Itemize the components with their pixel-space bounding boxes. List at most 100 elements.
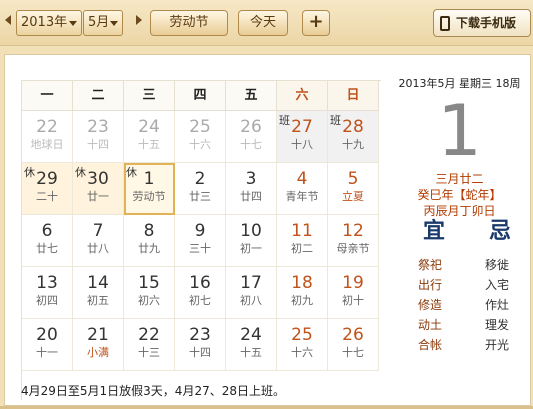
day-cell[interactable]: 5 立夏 <box>328 163 379 215</box>
lunar-label: 十七 <box>342 346 364 359</box>
day-cell[interactable]: 8 廿九 <box>124 215 175 267</box>
add-button[interactable]: + <box>302 10 330 36</box>
day-cell[interactable]: 19 初十 <box>328 267 379 319</box>
day-number: 22 <box>36 117 58 137</box>
day-cell[interactable]: 22 十三 <box>124 319 175 371</box>
prev-month-arrow-icon[interactable] <box>5 15 11 25</box>
day-cell[interactable]: 16 初七 <box>175 267 226 319</box>
lunar-label: 初六 <box>138 294 160 307</box>
weekday-header: 日 <box>328 81 379 111</box>
lunar-label: 二十 <box>36 190 58 203</box>
today-button[interactable]: 今天 <box>238 10 288 36</box>
day-number: 3 <box>245 169 257 189</box>
day-cell[interactable]: 班 27 十八 <box>277 111 328 163</box>
day-number: 22 <box>138 325 160 345</box>
day-number: 23 <box>189 325 211 345</box>
lunar-label: 十四 <box>189 346 211 359</box>
lunar-label: 初二 <box>291 242 313 255</box>
lunar-label: 青年节 <box>285 190 319 203</box>
date-line: 2013年5月 星期三 18周 <box>398 77 521 90</box>
day-number: 4 <box>296 169 308 189</box>
holiday-note: 4月29日至5月1日放假3天，4月27、28日上班。 <box>21 384 285 398</box>
day-number: 20 <box>36 325 58 345</box>
yi-list: 祭祀 出行 修造 动土 合帐 <box>418 255 442 355</box>
day-cell[interactable]: 20 十一 <box>22 319 73 371</box>
day-cell[interactable]: 休 30 廿一 <box>73 163 124 215</box>
day-cell[interactable]: 24 十五 <box>124 111 175 163</box>
day-cell[interactable]: 26 十七 <box>226 111 277 163</box>
month-label: 5月 <box>88 15 110 30</box>
day-cell[interactable]: 4 青年节 <box>277 163 328 215</box>
day-number: 13 <box>36 273 58 293</box>
lunar-label: 十一 <box>36 346 58 359</box>
lunar-label: 十九 <box>342 138 364 151</box>
weekday-header: 四 <box>175 81 226 111</box>
lunar-label: 地球日 <box>30 138 64 151</box>
day-cell[interactable]: 班 28 十九 <box>328 111 379 163</box>
day-cell[interactable]: 25 十六 <box>277 319 328 371</box>
year-label: 2013年 <box>21 15 68 30</box>
day-cell[interactable]: 9 三十 <box>175 215 226 267</box>
day-cell[interactable]: 25 十六 <box>175 111 226 163</box>
day-number: 5 <box>347 169 359 189</box>
ji-item: 理发 <box>485 318 510 332</box>
day-number: 16 <box>189 273 211 293</box>
day-cell[interactable]: 17 初八 <box>226 267 277 319</box>
lunar-label: 初九 <box>291 294 313 307</box>
lunar-label: 三十 <box>189 242 211 255</box>
day-cell[interactable]: 23 十四 <box>175 319 226 371</box>
calendar-panel: 一二三四五六日 22 地球日 23 十四 24 十五 25 十六 26 十七班 27 十八班 28 十九休 2… <box>4 54 531 406</box>
lunar-label: 劳动节 <box>132 190 166 203</box>
day-cell[interactable]: 休 29 二十 <box>22 163 73 215</box>
day-cell[interactable]: 23 十四 <box>73 111 124 163</box>
lunar-label: 十七 <box>240 138 262 151</box>
ji-item: 开光 <box>485 338 510 352</box>
day-number: 26 <box>342 325 364 345</box>
day-cell[interactable]: 7 廿八 <box>73 215 124 267</box>
day-cell[interactable]: 21 小满 <box>73 319 124 371</box>
lunar-label: 十六 <box>189 138 211 151</box>
next-month-arrow-icon[interactable] <box>136 15 142 25</box>
lunar-label: 廿四 <box>240 190 262 203</box>
chevron-down-icon <box>69 21 77 26</box>
day-number: 21 <box>87 325 109 345</box>
day-cell[interactable]: 12 母亲节 <box>328 215 379 267</box>
day-number: 2 <box>194 169 206 189</box>
lunar-label: 初八 <box>240 294 262 307</box>
day-cell[interactable]: 15 初六 <box>124 267 175 319</box>
day-cell[interactable]: 休 1 劳动节 <box>124 163 175 215</box>
day-number: 9 <box>194 221 206 241</box>
ji-title: 忌 <box>489 219 512 244</box>
day-number: 11 <box>291 221 313 241</box>
lunar-label: 十六 <box>291 346 313 359</box>
day-cell[interactable]: 26 十七 <box>328 319 379 371</box>
lunar-label: 初一 <box>240 242 262 255</box>
day-cell[interactable]: 3 廿四 <box>226 163 277 215</box>
day-tag: 班 <box>279 114 290 127</box>
lunar-label: 廿七 <box>36 242 58 255</box>
day-cell[interactable]: 13 初四 <box>22 267 73 319</box>
day-number: 18 <box>291 273 313 293</box>
lunar-label: 初四 <box>36 294 58 307</box>
day-cell[interactable]: 14 初五 <box>73 267 124 319</box>
lunar-label: 十五 <box>138 138 160 151</box>
day-cell[interactable]: 24 十五 <box>226 319 277 371</box>
day-cell[interactable]: 22 地球日 <box>22 111 73 163</box>
big-day-number: 1 <box>437 90 482 172</box>
day-cell[interactable]: 6 廿七 <box>22 215 73 267</box>
yi-item: 出行 <box>418 278 443 292</box>
day-cell[interactable]: 11 初二 <box>277 215 328 267</box>
month-select[interactable]: 5月 <box>83 10 123 36</box>
lunar-label: 初五 <box>87 294 109 307</box>
day-cell[interactable]: 18 初九 <box>277 267 328 319</box>
holiday-button[interactable]: 劳动节 <box>150 10 228 36</box>
download-label: 下载手机版 <box>456 16 517 30</box>
day-number: 25 <box>189 117 211 137</box>
download-mobile-button[interactable]: 下载手机版 <box>433 9 531 37</box>
day-cell[interactable]: 2 廿三 <box>175 163 226 215</box>
year-select[interactable]: 2013年 <box>16 10 82 36</box>
day-number: 24 <box>138 117 160 137</box>
lunar-label: 十八 <box>291 138 313 151</box>
day-cell[interactable]: 10 初一 <box>226 215 277 267</box>
yi-item: 修造 <box>418 298 443 312</box>
